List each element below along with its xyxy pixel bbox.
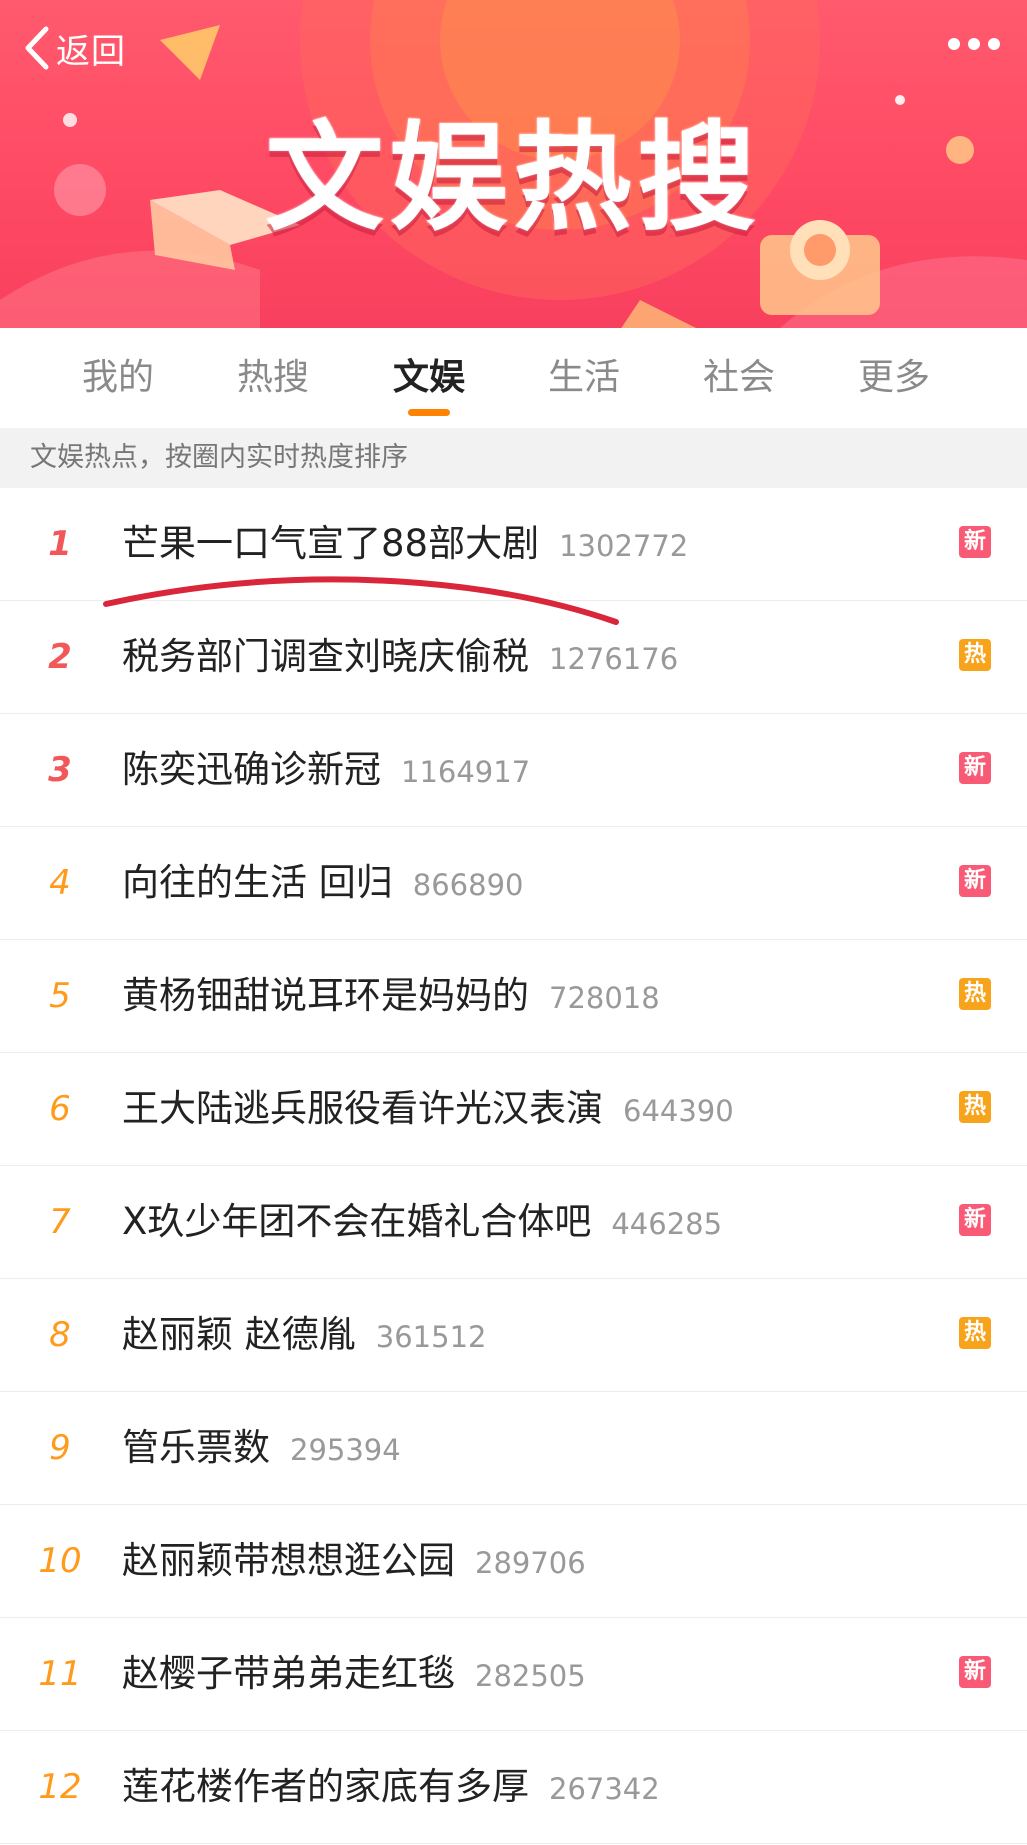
heat-count: 361512 [375,1320,487,1354]
list-item[interactable]: 6 王大陆逃兵服役看许光汉表演 644390 热 [0,1053,1027,1166]
more-dots-icon [948,38,1000,50]
rank-number: 9 [49,1428,71,1468]
tab-life[interactable]: 生活 [519,328,649,428]
tab-hot-search[interactable]: 热搜 [208,328,338,428]
item-title-wrap: 莲花楼作者的家底有多厚 267342 [122,1731,660,1845]
list-item[interactable]: 8 赵丽颖 赵德胤 361512 热 [0,1279,1027,1392]
new-badge: 新 [959,526,991,558]
list-item[interactable]: 10 赵丽颖带想想逛公园 289706 [0,1505,1027,1618]
list-item[interactable]: 7 X玖少年团不会在婚礼合体吧 446285 新 [0,1166,1027,1279]
tab-label: 社会 [702,357,775,398]
hot-badge: 热 [959,639,991,671]
rank-number: 7 [49,1202,71,1242]
rank-number: 10 [38,1541,82,1581]
heat-count: 728018 [549,981,660,1015]
list-item[interactable]: 3 陈奕迅确诊新冠 1164917 新 [0,714,1027,827]
list-item[interactable]: 9 管乐票数 295394 [0,1392,1027,1505]
item-title: 莲花楼作者的家底有多厚 [122,1765,529,1808]
list-item[interactable]: 4 向往的生活 回归 866890 新 [0,827,1027,940]
item-title: 税务部门调查刘晓庆偷税 [122,635,529,678]
heat-count: 282505 [475,1659,586,1693]
item-title-wrap: 王大陆逃兵服役看许光汉表演 644390 [122,1053,734,1167]
more-options-button[interactable] [947,36,1001,55]
item-title-wrap: 管乐票数 295394 [122,1392,401,1506]
item-title-wrap: 向往的生活 回归 866890 [122,827,523,941]
tab-label: 生活 [547,357,620,398]
heat-count: 1276176 [549,642,679,676]
heat-count: 295394 [290,1433,401,1467]
item-title: 陈奕迅确诊新冠 [122,748,381,791]
rank-number: 4 [49,863,71,903]
hot-badge: 热 [959,1091,991,1123]
hot-badge: 热 [959,1317,991,1349]
header-banner: 返回 文娱热搜 [0,0,1027,328]
item-title: 向往的生活 回归 [122,861,393,904]
rank-number: 5 [49,976,71,1016]
item-title-wrap: 税务部门调查刘晓庆偷税 1276176 [122,601,678,715]
item-title: 赵丽颖 赵德胤 [122,1313,356,1356]
trending-list: 1 芒果一口气宣了88部大剧 1302772 新 2 税务部门调查刘晓庆偷税 1276176… [0,488,1027,1844]
page-title: 文娱热搜 [265,109,762,247]
tab-society[interactable]: 社会 [674,328,804,428]
tab-more[interactable]: 更多 [829,328,959,428]
rank-number: 12 [38,1767,82,1807]
back-label: 返回 [56,31,126,72]
heat-count: 289706 [475,1546,586,1580]
tab-label: 更多 [857,357,930,398]
back-button[interactable]: 返回 [22,22,126,74]
item-title-wrap: 赵丽颖 赵德胤 361512 [122,1279,486,1393]
list-item[interactable]: 12 莲花楼作者的家底有多厚 267342 [0,1731,1027,1844]
active-tab-indicator [408,409,450,416]
list-description: 文娱热点，按圈内实时热度排序 [0,428,1027,488]
heat-count: 446285 [611,1207,723,1241]
new-badge: 新 [959,865,991,897]
item-title-wrap: 黄杨钿甜说耳环是妈妈的 728018 [122,940,660,1054]
item-title-wrap: X玖少年团不会在婚礼合体吧 446285 [122,1166,722,1280]
tab-mine[interactable]: 我的 [53,328,183,428]
rank-number: 8 [49,1315,71,1355]
heat-count: 267342 [549,1772,660,1806]
new-badge: 新 [959,1656,991,1688]
item-title: 黄杨钿甜说耳环是妈妈的 [122,974,529,1017]
item-title: 芒果一口气宣了88部大剧 [122,522,540,565]
item-title-wrap: 芒果一口气宣了88部大剧 1302772 [122,488,688,602]
tab-label: 热搜 [236,357,309,398]
item-title: X玖少年团不会在婚礼合体吧 [122,1200,592,1243]
list-item[interactable]: 2 税务部门调查刘晓庆偷税 1276176 热 [0,601,1027,714]
tab-label: 文娱 [392,357,465,398]
item-title: 赵樱子带弟弟走红毯 [122,1652,455,1695]
rank-number: 6 [49,1089,71,1129]
item-title: 赵丽颖带想想逛公园 [122,1539,455,1582]
chevron-left-icon [25,26,49,70]
new-badge: 新 [959,1204,991,1236]
heat-count: 1164917 [401,755,531,789]
item-title-wrap: 陈奕迅确诊新冠 1164917 [122,714,530,828]
item-title-wrap: 赵樱子带弟弟走红毯 282505 [122,1618,586,1732]
list-item[interactable]: 1 芒果一口气宣了88部大剧 1302772 新 [0,488,1027,601]
rank-number: 3 [48,750,72,790]
category-tabs: 我的 热搜 文娱 生活 社会 更多 [0,328,1027,428]
new-badge: 新 [959,752,991,784]
item-title-wrap: 赵丽颖带想想逛公园 289706 [122,1505,586,1619]
rank-number: 1 [48,524,72,564]
list-item[interactable]: 11 赵樱子带弟弟走红毯 282505 新 [0,1618,1027,1731]
tab-label: 我的 [81,357,154,398]
heat-count: 644390 [623,1094,734,1128]
rank-number: 11 [38,1654,82,1694]
heat-count: 1302772 [559,529,689,563]
rank-number: 2 [48,637,72,677]
item-title: 王大陆逃兵服役看许光汉表演 [122,1087,603,1130]
heat-count: 866890 [412,868,524,902]
tab-entertainment[interactable]: 文娱 [364,328,494,428]
item-title: 管乐票数 [122,1426,270,1469]
hot-badge: 热 [959,978,991,1010]
list-item[interactable]: 5 黄杨钿甜说耳环是妈妈的 728018 热 [0,940,1027,1053]
